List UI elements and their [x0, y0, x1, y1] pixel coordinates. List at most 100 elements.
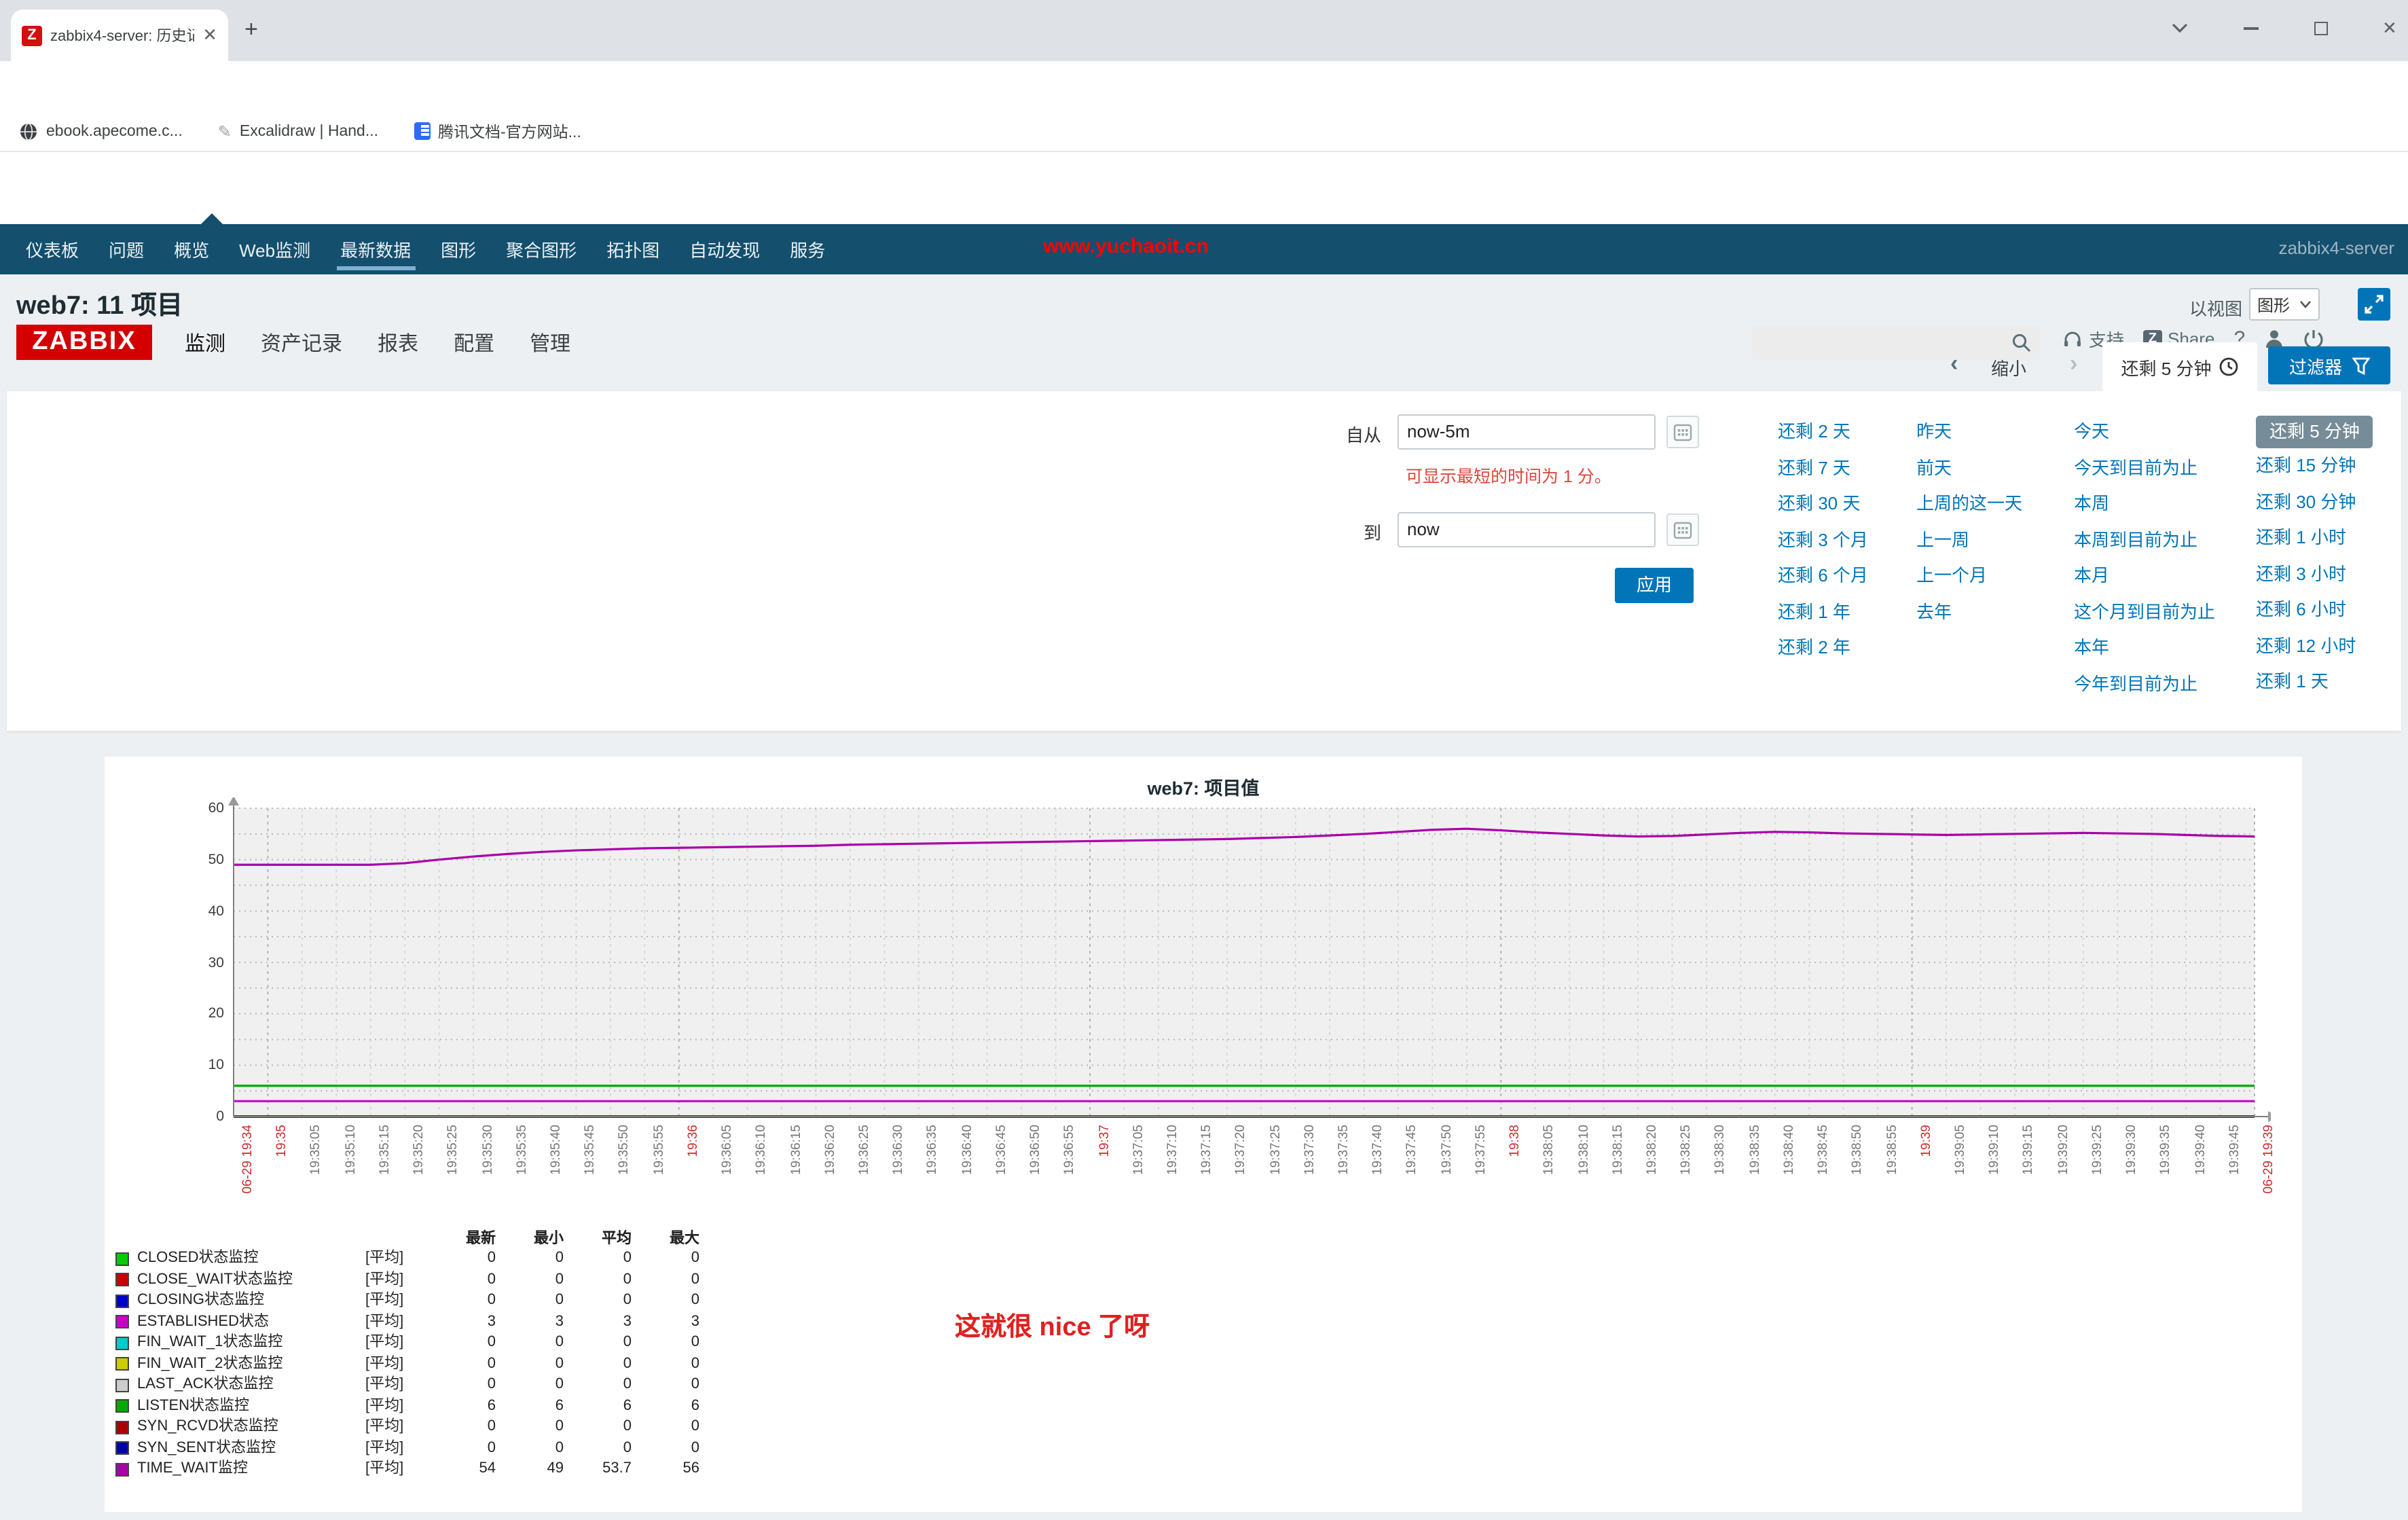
tab-search-chevron-icon[interactable] [2170, 22, 2189, 34]
quick-range-link[interactable]: 还剩 1 小时 [2256, 520, 2373, 556]
quick-range-link[interactable]: 去年 [1916, 594, 2022, 630]
quick-range-link[interactable]: 还剩 2 年 [1778, 630, 1868, 666]
legend-color-box [115, 1295, 129, 1308]
time-forward-chevron[interactable]: › [2070, 350, 2077, 378]
quick-range-link[interactable]: 还剩 30 分钟 [2256, 484, 2373, 520]
quick-range-link[interactable]: 这个月到目前为止 [2074, 594, 2215, 630]
zabbix-header: ZABBIX 监测资产记录报表配置管理 支持 Z Share ? [0, 152, 2408, 224]
menu-item-monitoring[interactable]: 监测 [185, 329, 225, 357]
window-maximize-button[interactable] [2314, 22, 2328, 35]
legend-color-box [115, 1337, 129, 1350]
legend-header-spacer [365, 1227, 428, 1248]
bookmark-item[interactable]: 腾讯文档-官方网站... [414, 120, 581, 142]
y-tick-label: 50 [159, 852, 224, 868]
legend-item-name: LAST_ACK状态监控 [137, 1375, 365, 1396]
x-tick-label: 19:35:20 [412, 1125, 426, 1175]
menu-item-administration[interactable]: 管理 [530, 329, 570, 357]
legend-latest-value: 6 [428, 1396, 496, 1417]
quick-range-link[interactable]: 还剩 30 天 [1778, 486, 1868, 522]
from-label: 自从 [1346, 421, 1381, 447]
nav-item-services[interactable]: 服务 [775, 224, 840, 274]
nav-item-web[interactable]: Web监测 [224, 224, 325, 274]
quick-range-link[interactable]: 本周 [2074, 486, 2215, 522]
x-tick-label: 19:39:30 [2124, 1125, 2139, 1175]
y-tick-label: 0 [159, 1108, 224, 1125]
x-tick-label: 19:38:30 [1713, 1125, 1728, 1175]
window-minimize-button[interactable] [2244, 27, 2259, 30]
legend-item-name: FIN_WAIT_1状态监控 [137, 1333, 365, 1354]
quick-range-link[interactable]: 还剩 5 分钟 [2256, 416, 2373, 448]
nav-item-problems[interactable]: 问题 [94, 224, 159, 274]
bookmark-item[interactable]: ✎ Excalidraw | Hand... [218, 122, 378, 141]
quick-range-link[interactable]: 还剩 1 年 [1778, 594, 1868, 630]
x-tick-label: 19:36:35 [926, 1125, 941, 1175]
view-as-select[interactable]: 图形 [2249, 288, 2320, 321]
quick-range-link[interactable]: 今天 [2074, 414, 2215, 450]
quick-range-link[interactable]: 今天到目前为止 [2074, 450, 2215, 486]
quick-range-link[interactable]: 前天 [1916, 450, 2022, 486]
x-tick-label: 19:36:05 [720, 1125, 735, 1175]
quick-range-link[interactable]: 还剩 3 个月 [1778, 522, 1868, 558]
x-tick-label: 19:36:30 [891, 1125, 906, 1175]
quick-range-link[interactable]: 昨天 [1916, 414, 2022, 450]
quick-range-link[interactable]: 本年 [2074, 630, 2215, 666]
active-section-caret [201, 213, 223, 224]
quick-range-link[interactable]: 还剩 12 小时 [2256, 628, 2373, 664]
zabbix-logo[interactable]: ZABBIX [16, 325, 152, 360]
time-back-chevron[interactable]: ‹ [1950, 350, 1958, 378]
quick-range-link[interactable]: 还剩 2 天 [1778, 414, 1868, 450]
tab-title: zabbix4-server: 历史记录 [每30 [50, 24, 194, 46]
from-input[interactable]: now-5m [1398, 414, 1656, 450]
quick-range-link[interactable]: 本月 [2074, 558, 2215, 594]
nav-item-screens[interactable]: 聚合图形 [491, 224, 591, 274]
legend-avg-value: 0 [564, 1290, 632, 1311]
x-tick-label: 19:37:50 [1439, 1125, 1454, 1175]
to-calendar-button[interactable] [1666, 513, 1699, 546]
nav-item-dashboard[interactable]: 仪表板 [11, 224, 94, 274]
zoom-out-button[interactable]: 缩小 [1991, 355, 2026, 380]
fullscreen-button[interactable] [2358, 288, 2390, 321]
quick-range-link[interactable]: 上一个月 [1916, 558, 2022, 594]
quick-range-link[interactable]: 本周到目前为止 [2074, 522, 2215, 558]
filter-button[interactable]: 过滤器 [2268, 346, 2390, 384]
bookmark-item[interactable]: ebook.apecome.c... [19, 122, 183, 141]
legend-latest-value: 0 [428, 1269, 496, 1290]
search-icon[interactable] [2011, 333, 2032, 353]
menu-item-inventory[interactable]: 资产记录 [261, 329, 342, 357]
quick-range-link[interactable]: 还剩 7 天 [1778, 450, 1868, 486]
quick-range-link[interactable]: 上一周 [1916, 522, 2022, 558]
quick-range-link[interactable]: 上周的这一天 [1916, 486, 2022, 522]
time-range-tab[interactable]: 还剩 5 分钟 [2102, 342, 2257, 391]
x-tick-label: 19:36 [686, 1125, 701, 1157]
quick-range-link[interactable]: 今年到目前为止 [2074, 666, 2215, 702]
menu-item-reports[interactable]: 报表 [378, 329, 418, 357]
nav-item-graphs[interactable]: 图形 [426, 224, 491, 274]
x-tick-label: 06-29 19:39 [2261, 1125, 2276, 1193]
tab-close-icon[interactable]: ✕ [202, 24, 217, 46]
nav-item-maps[interactable]: 拓扑图 [591, 224, 674, 274]
window-close-button[interactable]: ✕ [2382, 18, 2397, 39]
quick-range-link[interactable]: 还剩 6 小时 [2256, 592, 2373, 628]
x-tick-label: 19:38:55 [1884, 1125, 1899, 1175]
from-calendar-button[interactable] [1666, 416, 1699, 448]
x-tick-label: 19:36:50 [1028, 1125, 1043, 1175]
nav-item-latest-data[interactable]: 最新数据 [325, 224, 426, 274]
nav-item-overview[interactable]: 概览 [159, 224, 224, 274]
nav-item-discovery[interactable]: 自动发现 [674, 224, 775, 274]
quick-range-link[interactable]: 还剩 15 分钟 [2256, 448, 2373, 484]
browser-tab[interactable]: Z zabbix4-server: 历史记录 [每30 ✕ [11, 10, 228, 61]
quick-range-link[interactable]: 还剩 1 天 [2256, 664, 2373, 700]
legend-item-func: [平均] [365, 1417, 428, 1438]
apply-button[interactable]: 应用 [1615, 568, 1694, 603]
menu-item-configuration[interactable]: 配置 [454, 329, 494, 357]
annotation-text: 这就很 nice 了呀 [955, 1307, 1150, 1343]
legend-max-value: 0 [632, 1375, 699, 1396]
legend-avg-value: 6 [564, 1396, 632, 1417]
quick-range-link[interactable]: 还剩 3 小时 [2256, 556, 2373, 592]
new-tab-button[interactable]: + [244, 18, 258, 41]
legend-color-box [115, 1273, 129, 1287]
to-input[interactable]: now [1398, 512, 1656, 547]
x-tick-label: 19:38:15 [1611, 1125, 1626, 1175]
quick-range-link[interactable]: 还剩 6 个月 [1778, 558, 1868, 594]
legend-item-name: TIME_WAIT监控 [137, 1459, 365, 1480]
